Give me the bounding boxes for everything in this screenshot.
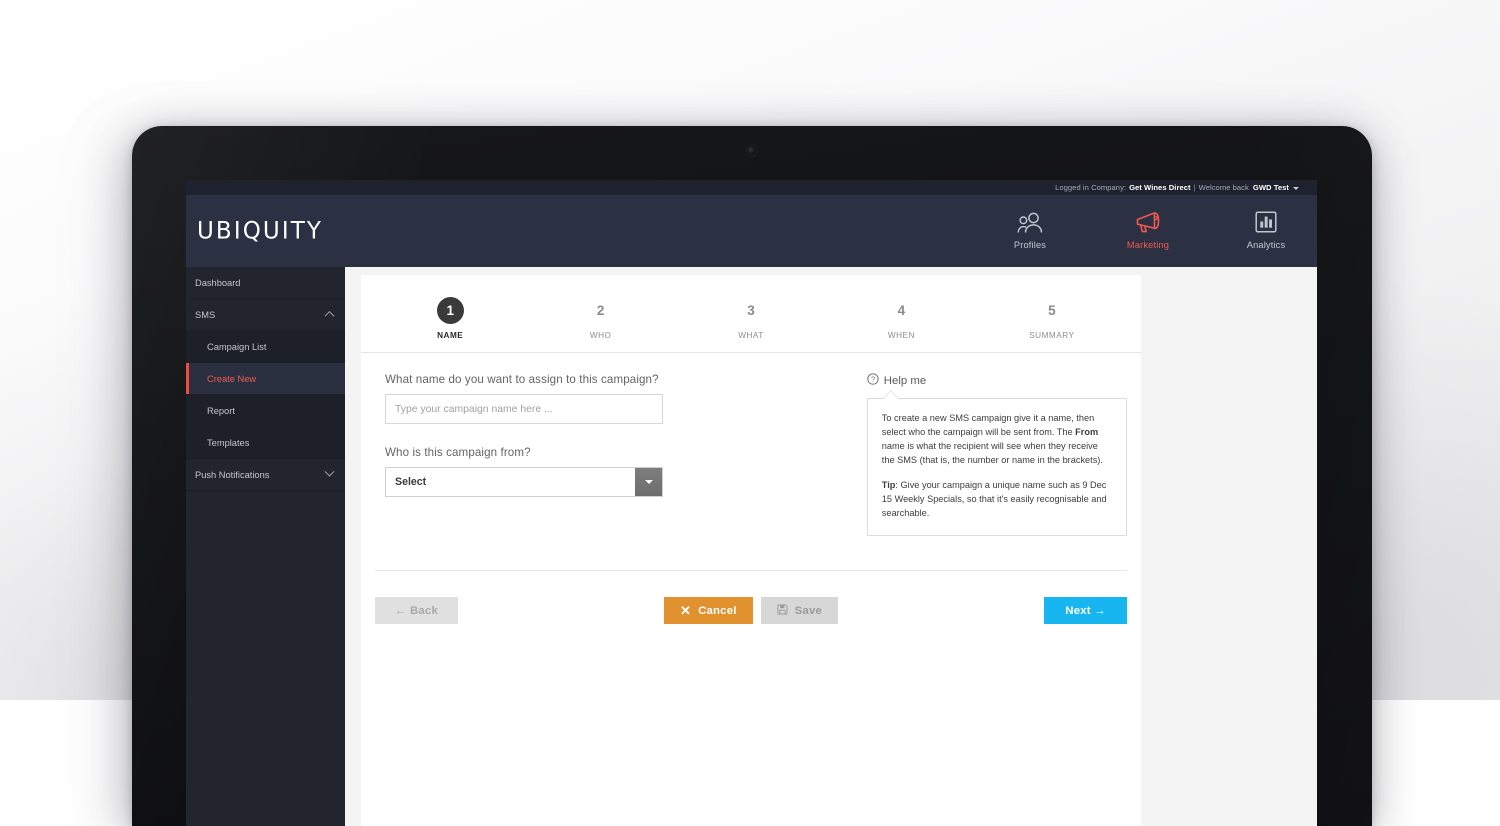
step-1-label: NAME [437, 331, 464, 340]
step-2-who[interactable]: 2 WHO [525, 297, 675, 340]
step-2-label: WHO [589, 331, 612, 340]
sidebar-item-campaign-list[interactable]: Campaign List [186, 331, 345, 363]
form-fields: What name do you want to assign to this … [385, 373, 852, 536]
app-header: UBIQUITY Profiles Marketing Analytics [186, 195, 1317, 267]
tablet-device-frame: Logged in Company: Get Wines Direct | We… [132, 126, 1372, 826]
help-tip-text: : Give your campaign a unique name such … [881, 479, 1107, 518]
chevron-down-icon [324, 466, 335, 477]
user-name: GWD Test [1252, 183, 1289, 192]
sidebar-label-report: Report [207, 405, 235, 416]
ubiquity-logo[interactable]: UBIQUITY [197, 217, 323, 244]
user-menu[interactable]: GWD Test [1253, 183, 1299, 192]
step-5-summary[interactable]: 5 SUMMARY [977, 297, 1127, 340]
next-button[interactable]: Next → [1044, 597, 1127, 625]
help-header[interactable]: ? Help me [867, 373, 1127, 388]
step-4-when[interactable]: 4 WHEN [826, 297, 976, 340]
nav-label-marketing: Marketing [1126, 239, 1170, 250]
campaign-from-dropdown-button[interactable] [635, 468, 662, 496]
tablet-screen: Logged in Company: Get Wines Direct | We… [186, 180, 1317, 826]
sidebar-label-push-notifications: Push Notifications [195, 469, 270, 480]
step-1-name[interactable]: 1 NAME [375, 297, 525, 340]
step-4-label: WHEN [887, 331, 915, 340]
step-2-number: 2 [596, 303, 605, 318]
topbar-separator: | [1193, 183, 1196, 192]
save-button[interactable]: Save [760, 597, 839, 625]
welcome-label: Welcome back [1198, 183, 1249, 192]
step-1-number: 1 [436, 297, 464, 324]
nav-label-analytics: Analytics [1246, 239, 1286, 250]
nav-item-analytics[interactable]: Analytics [1233, 209, 1299, 250]
form-region: What name do you want to assign to this … [361, 353, 1141, 536]
help-p1-part1: To create a new SMS campaign give it a n… [881, 413, 1095, 437]
help-panel: ? Help me To create a new SMS campaign g… [866, 373, 1127, 536]
nav-item-marketing[interactable]: Marketing [1115, 209, 1181, 250]
close-x-icon: ✕ [679, 603, 692, 619]
wizard-footer: ← Back ✕ Cancel Save Next → [361, 571, 1141, 633]
chevron-up-icon [324, 310, 335, 321]
cancel-button-label: Cancel [698, 604, 737, 617]
top-utility-bar: Logged in Company: Get Wines Direct | We… [186, 180, 1317, 195]
question-circle-icon: ? [867, 373, 879, 388]
chevron-down-icon [1293, 186, 1299, 190]
sidebar-item-templates[interactable]: Templates [186, 427, 345, 459]
help-p1-part2: name is what the recipient will see when… [881, 440, 1103, 465]
campaign-from-label: Who is this campaign from? [385, 446, 531, 459]
step-5-label: SUMMARY [1029, 331, 1075, 340]
sidebar-nav: Dashboard SMS Campaign List Create New R… [186, 267, 345, 826]
cancel-button[interactable]: ✕ Cancel [663, 597, 753, 625]
sidebar-item-create-new[interactable]: Create New [186, 363, 345, 395]
front-camera-icon [747, 146, 756, 155]
step-3-label: WHAT [738, 331, 764, 340]
main-content: 1 NAME 2 WHO 3 WHAT 4 WHEN 5 SUMMARY Wha… [345, 267, 1317, 826]
company-name: Get Wines Direct [1129, 183, 1191, 192]
step-4-number: 4 [897, 303, 906, 318]
campaign-from-select[interactable]: Select [385, 467, 663, 497]
logged-in-label: Logged in Company: [1055, 183, 1127, 192]
floppy-disk-icon [777, 604, 788, 618]
people-icon [1017, 209, 1044, 234]
caret-down-icon [644, 480, 653, 484]
bar-chart-icon [1254, 209, 1278, 234]
megaphone-icon [1134, 209, 1162, 234]
footer-center-buttons: ✕ Cancel Save [663, 597, 839, 625]
sidebar-item-dashboard[interactable]: Dashboard [186, 267, 345, 299]
help-p1-bold: From [1075, 426, 1099, 437]
wizard-stepper: 1 NAME 2 WHO 3 WHAT 4 WHEN 5 SUMMARY [361, 275, 1141, 353]
help-paragraph-2: Tip: Give your campaign a unique name su… [882, 479, 1112, 521]
app-body: Dashboard SMS Campaign List Create New R… [186, 267, 1317, 826]
help-text-box: To create a new SMS campaign give it a n… [866, 390, 1127, 536]
save-button-label: Save [794, 604, 823, 617]
sidebar-item-sms[interactable]: SMS [186, 299, 345, 331]
nav-item-profiles[interactable]: Profiles [997, 209, 1063, 250]
sidebar-item-push-notifications[interactable]: Push Notifications [186, 459, 345, 491]
main-nav: Profiles Marketing Analytics [997, 209, 1299, 254]
campaign-from-value: Select [395, 476, 427, 488]
campaign-wizard-card: 1 NAME 2 WHO 3 WHAT 4 WHEN 5 SUMMARY Wha… [361, 275, 1141, 826]
step-5-number: 5 [1048, 303, 1056, 318]
help-paragraph-1: To create a new SMS campaign give it a n… [882, 412, 1112, 468]
sidebar-item-report[interactable]: Report [186, 395, 345, 427]
sidebar-label-sms: SMS [195, 309, 216, 320]
nav-label-profiles: Profiles [1013, 239, 1047, 250]
campaign-name-input[interactable] [385, 394, 663, 424]
step-3-number: 3 [747, 303, 755, 318]
help-title: Help me [883, 374, 927, 387]
back-button[interactable]: ← Back [375, 597, 458, 625]
step-3-what[interactable]: 3 WHAT [676, 297, 826, 340]
sidebar-label-dashboard: Dashboard [195, 277, 241, 288]
sidebar-label-templates: Templates [207, 437, 250, 448]
campaign-name-label: What name do you want to assign to this … [385, 373, 659, 386]
sidebar-label-campaign-list: Campaign List [207, 341, 267, 352]
svg-text:?: ? [871, 375, 875, 384]
help-tip-bold: Tip [881, 479, 896, 490]
sidebar-label-create-new: Create New [207, 373, 257, 384]
